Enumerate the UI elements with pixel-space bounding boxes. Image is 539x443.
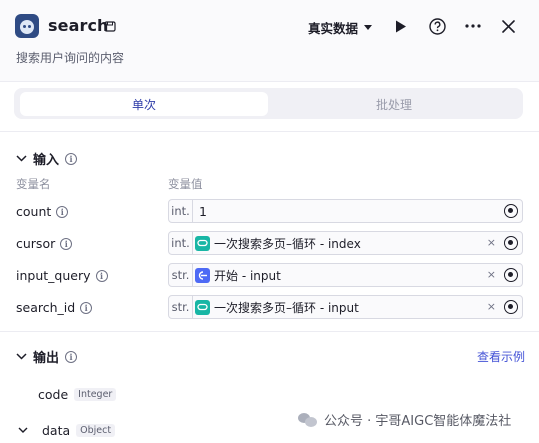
- reference-text: 一次搜索多页–循环 - index: [214, 237, 361, 251]
- variable-reference-chip[interactable]: 开始 - input: [195, 267, 281, 284]
- variable-reference-chip[interactable]: 一次搜索多页–循环 - index: [195, 235, 361, 252]
- close-button[interactable]: [497, 15, 519, 37]
- loop-icon: [195, 236, 210, 251]
- loop-icon: [195, 300, 210, 315]
- output-section-title: 输出: [33, 351, 60, 366]
- info-icon: i: [56, 205, 69, 218]
- panel-header: search 搜索用户询问的内容 真实数据: [0, 0, 539, 82]
- column-header-value: 变量值: [168, 177, 203, 191]
- save-icon[interactable]: [104, 21, 116, 32]
- watermark: 公众号 · 宇哥AIGC智能体魔法社: [298, 410, 511, 429]
- type-tag: str.: [169, 296, 193, 318]
- chevron-down-icon[interactable]: [16, 155, 27, 162]
- watermark-text: 公众号 · 宇哥AIGC智能体魔法社: [324, 414, 512, 429]
- input-section-header[interactable]: 输入 i: [16, 149, 78, 168]
- run-mode-tabs: 单次 批处理: [14, 88, 523, 119]
- tab-single[interactable]: 单次: [20, 92, 268, 116]
- output-item-data[interactable]: data Object: [18, 423, 116, 438]
- param-label-cursor: cursor i: [16, 236, 73, 251]
- column-header-name: 变量名: [16, 177, 51, 191]
- param-name: count: [16, 204, 52, 219]
- type-tag: int.: [169, 232, 193, 254]
- reference-text: 一次搜索多页–循环 - input: [214, 301, 359, 315]
- info-icon: i: [65, 152, 78, 165]
- chevron-down-icon[interactable]: [16, 353, 27, 360]
- reference-text: 开始 - input: [214, 269, 281, 283]
- output-name: code: [38, 387, 69, 402]
- param-name: input_query: [16, 268, 91, 283]
- run-button[interactable]: [390, 15, 412, 37]
- param-label-count: count i: [16, 204, 69, 219]
- more-button[interactable]: [462, 15, 484, 37]
- divider: [0, 331, 539, 332]
- info-icon: i: [60, 237, 73, 250]
- variable-picker-icon[interactable]: [504, 204, 518, 218]
- output-item-code: code Integer: [38, 387, 117, 402]
- play-icon: [396, 20, 406, 32]
- variable-picker-icon[interactable]: [504, 236, 518, 250]
- param-field-count[interactable]: int. 1: [168, 199, 523, 223]
- param-value-input[interactable]: 1: [199, 204, 207, 219]
- variable-picker-icon[interactable]: [504, 268, 518, 282]
- start-icon: [195, 268, 210, 283]
- caret-down-icon: [364, 24, 373, 30]
- divider: [0, 131, 539, 132]
- chevron-down-icon[interactable]: [18, 427, 28, 434]
- robot-logo-icon: [15, 14, 39, 38]
- input-section-title: 输入: [33, 153, 60, 168]
- node-title: search: [48, 16, 109, 35]
- wechat-icon: [298, 412, 318, 428]
- tab-batch[interactable]: 批处理: [270, 92, 518, 116]
- clear-reference-button[interactable]: ×: [487, 236, 496, 249]
- data-mode-label: 真实数据: [308, 21, 359, 36]
- output-name: data: [42, 423, 71, 438]
- type-tag: str.: [169, 264, 193, 286]
- clear-reference-button[interactable]: ×: [487, 300, 496, 313]
- variable-reference-chip[interactable]: 一次搜索多页–循环 - input: [195, 299, 359, 316]
- param-field-cursor[interactable]: int. 一次搜索多页–循环 - index ×: [168, 231, 523, 255]
- info-icon: i: [95, 269, 108, 282]
- param-name: cursor: [16, 236, 56, 251]
- param-field-input-query[interactable]: str. 开始 - input ×: [168, 263, 523, 287]
- clear-reference-button[interactable]: ×: [487, 268, 496, 281]
- help-button[interactable]: [426, 15, 448, 37]
- more-icon: [465, 24, 481, 28]
- param-field-search-id[interactable]: str. 一次搜索多页–循环 - input ×: [168, 295, 523, 319]
- type-badge: Integer: [74, 388, 117, 401]
- type-badge: Object: [76, 424, 116, 437]
- info-icon: i: [65, 350, 78, 363]
- param-label-search-id: search_id i: [16, 300, 93, 315]
- output-section-header[interactable]: 输出 i: [16, 347, 78, 366]
- variable-picker-icon[interactable]: [504, 300, 518, 314]
- param-label-input-query: input_query i: [16, 268, 108, 283]
- info-icon: i: [80, 301, 93, 314]
- close-icon: [501, 19, 515, 33]
- view-example-link[interactable]: 查看示例: [477, 348, 525, 365]
- data-mode-dropdown[interactable]: 真实数据: [308, 18, 373, 37]
- param-name: search_id: [16, 300, 76, 315]
- help-icon: [428, 17, 446, 35]
- node-test-panel: search 搜索用户询问的内容 真实数据 单次 批处理 输入 i 变量名 变量…: [0, 0, 539, 443]
- node-description: 搜索用户询问的内容: [16, 51, 125, 65]
- type-tag: int.: [169, 200, 193, 222]
